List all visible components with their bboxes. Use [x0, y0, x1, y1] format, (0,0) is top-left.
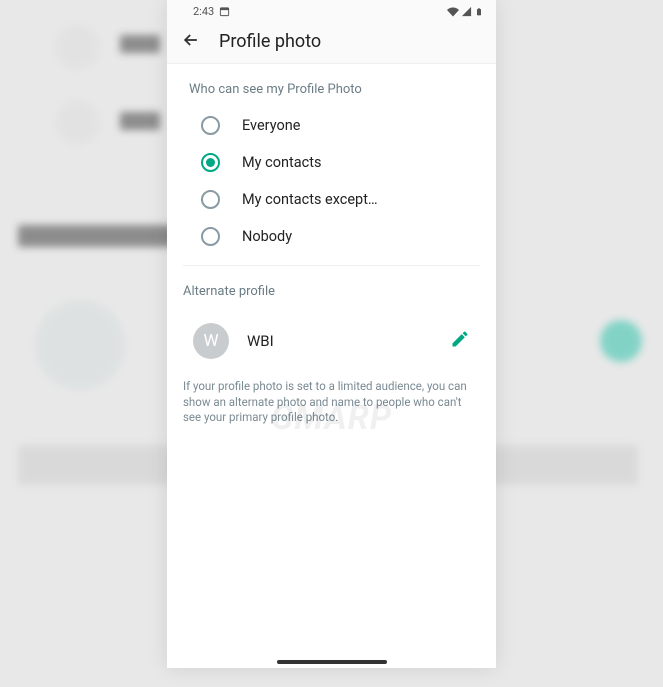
radio-label: Nobody — [242, 228, 292, 245]
radio-option-nobody[interactable]: Nobody — [167, 218, 496, 255]
alternate-profile-row[interactable]: W WBI — [167, 309, 496, 373]
alternate-help-text: If your profile photo is set to a limite… — [167, 373, 496, 436]
radio-icon — [201, 153, 220, 172]
nav-handle[interactable] — [277, 660, 387, 664]
radio-option-my-contacts[interactable]: My contacts — [167, 144, 496, 181]
app-bar: Profile photo — [167, 20, 496, 64]
avatar-initial: W — [203, 331, 218, 351]
phone-frame: 2:43 Profile photo Who can see my Profil… — [167, 0, 496, 668]
radio-label: My contacts — [242, 154, 321, 171]
radio-icon — [201, 116, 220, 135]
edit-button[interactable] — [446, 325, 474, 357]
privacy-section-label: Who can see my Profile Photo — [167, 64, 496, 107]
status-time: 2:43 — [193, 5, 214, 18]
pencil-icon — [450, 329, 470, 349]
radio-option-everyone[interactable]: Everyone — [167, 107, 496, 144]
alternate-profile-name: WBI — [247, 332, 428, 350]
radio-icon — [201, 227, 220, 246]
wifi-icon — [447, 6, 458, 17]
page-title: Profile photo — [219, 31, 321, 52]
status-bar: 2:43 — [167, 0, 496, 20]
radio-icon — [201, 190, 220, 209]
battery-icon — [475, 6, 486, 17]
calendar-icon — [219, 6, 230, 17]
radio-option-my-contacts-except[interactable]: My contacts except… — [167, 181, 496, 218]
alternate-section-label: Alternate profile — [167, 266, 496, 309]
signal-icon — [461, 6, 472, 17]
back-button[interactable] — [181, 30, 201, 54]
content-area: Who can see my Profile Photo Everyone My… — [167, 64, 496, 668]
radio-label: My contacts except… — [242, 191, 378, 208]
radio-label: Everyone — [242, 117, 300, 134]
avatar: W — [193, 323, 229, 359]
arrow-left-icon — [181, 30, 201, 50]
